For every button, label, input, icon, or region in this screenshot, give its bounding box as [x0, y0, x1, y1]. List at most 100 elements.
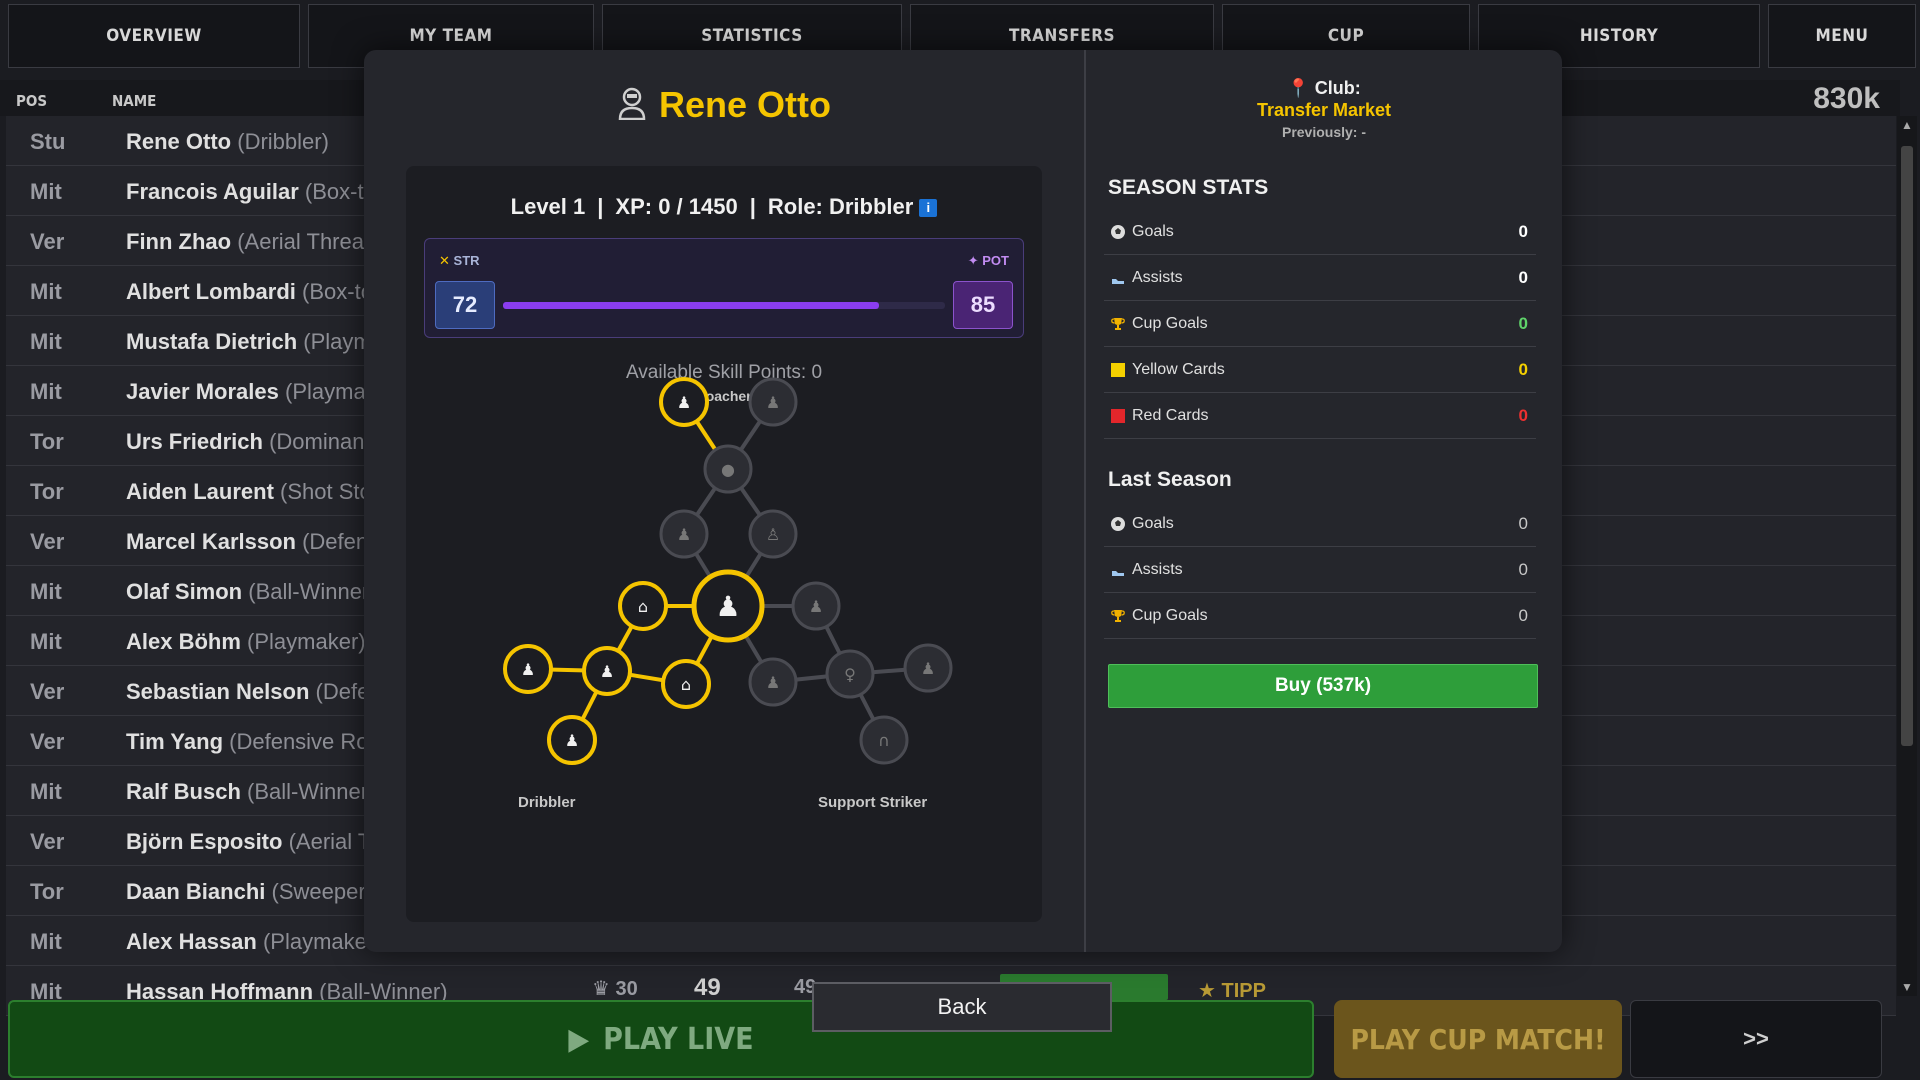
row-player-name: Albert Lombardi (Box-to — [126, 279, 373, 305]
scroll-down-icon[interactable]: ▼ — [1897, 978, 1917, 996]
buy-button[interactable]: Buy (537k) — [1108, 664, 1538, 708]
svg-text:⌂: ⌂ — [638, 597, 648, 616]
skill-node-locked[interactable]: ♟ — [659, 509, 709, 559]
player-name-text: Mustafa Dietrich — [126, 329, 298, 354]
svg-text:♟: ♟ — [766, 393, 780, 412]
player-role-text: (Defe — [315, 679, 370, 704]
skill-node-locked[interactable]: ♀ — [825, 649, 875, 699]
player-skill-panel: Level 1 | XP: 0 / 1450 | Role: Dribbler i ✕ S… — [406, 166, 1042, 922]
row-player-name: Aiden Laurent (Shot Sto — [126, 479, 372, 505]
scroll-thumb[interactable] — [1901, 146, 1913, 746]
tree-label-support-striker: Support Striker — [818, 794, 928, 811]
row-player-name: Javier Morales (Playmal — [126, 379, 371, 405]
player-role-text: (Dribbler) — [237, 129, 329, 154]
boot-icon — [1110, 270, 1126, 286]
svg-text:♟: ♟ — [766, 673, 780, 692]
last-row-age: ♛ 30 — [592, 978, 638, 1000]
row-position: Mit — [30, 379, 62, 404]
football-icon — [1110, 516, 1126, 532]
skill-node-locked[interactable]: ♟ — [748, 657, 798, 707]
player-role-text: (Playm — [303, 329, 372, 354]
row-player-name: Ralf Busch (Ball-Winner — [126, 779, 368, 805]
row-position: Ver — [30, 729, 65, 754]
row-position: Mit — [30, 329, 62, 354]
tree-label-dribbler: Dribbler — [518, 794, 576, 811]
player-name: Rene Otto — [658, 84, 831, 125]
player-name-text: Björn Esposito — [126, 829, 283, 854]
player-avatar-icon — [617, 86, 647, 129]
player-name-text: Alex Böhm — [126, 629, 241, 654]
skill-node-locked[interactable]: ♟ — [903, 643, 953, 693]
skill-node-locked[interactable]: ∩ — [859, 715, 909, 765]
player-role-text: (Box-to — [302, 279, 373, 304]
list-scrollbar[interactable]: ▲ ▼ — [1897, 116, 1917, 996]
player-name-header: Rene Otto — [364, 84, 1084, 129]
row-position: Mit — [30, 579, 62, 604]
stat-label: Assists — [1132, 561, 1183, 578]
player-name-text: Rene Otto — [126, 129, 232, 154]
scroll-up-icon[interactable]: ▲ — [1897, 116, 1917, 134]
svg-text:♟: ♟ — [809, 597, 823, 616]
player-role-text: (Ball-Winner — [247, 779, 369, 804]
player-detail-modal: Rene Otto Level 1 | XP: 0 / 1450 | Role: Dri… — [364, 50, 1562, 952]
stat-label: Cup Goals — [1132, 607, 1208, 624]
player-role-text: (Aerial Threat — [237, 229, 371, 254]
player-name-text: Tim Yang — [126, 729, 224, 754]
skill-node-active[interactable]: ♟ — [503, 644, 553, 694]
row-player-name: Urs Friedrich (Dominant — [126, 429, 371, 455]
trophy-icon — [1110, 316, 1126, 332]
yellow-card-icon — [1110, 362, 1126, 378]
player-role-text: (Dominant — [269, 429, 371, 454]
skill-tree: ♟ ♟ ● ♟ ♙ ♟ ⌂ ♟ ♟ ⌂ ♟ ♟ ♟ ♀ ♟ ∩ — [503, 377, 953, 765]
stat-label: Goals — [1132, 515, 1174, 532]
row-player-name: Mustafa Dietrich (Playm — [126, 329, 372, 355]
stat-row: Red Cards 0 — [1104, 394, 1536, 439]
skill-node-active[interactable]: ⌂ — [618, 581, 668, 631]
play-cup-match-button[interactable]: PLAY CUP MATCH! — [1334, 1000, 1622, 1078]
player-name-text: Javier Morales — [126, 379, 279, 404]
red-card-icon — [1110, 408, 1126, 424]
skill-node-active[interactable]: ♟ — [659, 377, 709, 427]
player-name-text: Olaf Simon — [126, 579, 243, 604]
player-name-text: Francois Aguilar — [126, 179, 299, 204]
season-stats-title: SEASON STATS — [1108, 176, 1269, 199]
club-value: Transfer Market — [1256, 100, 1392, 120]
last-row-rating: 49 — [694, 974, 721, 1001]
skill-node-locked[interactable]: ♟ — [791, 581, 841, 631]
skill-node-core[interactable]: ♟ — [691, 569, 765, 643]
stat-row: Cup Goals 0 — [1104, 302, 1536, 347]
row-player-name: Alex Hassan (Playmaker — [126, 929, 374, 955]
skill-node-active[interactable]: ⌂ — [661, 659, 711, 709]
play-live-button[interactable]: ▶ PLAY LIVE — [8, 1000, 1314, 1078]
row-player-name: Francois Aguilar (Box-to — [126, 179, 376, 205]
skill-node-locked[interactable]: ● — [703, 444, 753, 494]
row-player-name: Alex Böhm (Playmaker) — [126, 629, 366, 655]
skill-node-locked[interactable]: ♟ — [748, 377, 798, 427]
row-position: Ver — [30, 829, 65, 854]
svg-text:♟: ♟ — [677, 393, 691, 412]
svg-text:⌂: ⌂ — [681, 675, 691, 694]
row-position: Mit — [30, 179, 62, 204]
stat-value: 0 — [1518, 222, 1528, 241]
tab-overview[interactable]: OVERVIEW — [8, 4, 300, 68]
next-button[interactable]: >> — [1630, 1000, 1882, 1078]
stat-row: Cup Goals 0 — [1104, 594, 1536, 639]
skill-node-locked[interactable]: ♙ — [748, 509, 798, 559]
player-role-text: (Playmaker — [262, 929, 375, 954]
column-name[interactable]: NAME — [112, 92, 156, 110]
back-button[interactable]: Back — [812, 982, 1112, 1032]
column-pos[interactable]: POS — [16, 92, 47, 110]
club-previously: Previously: - — [1281, 124, 1367, 140]
play-icon: ▶ — [568, 1021, 590, 1057]
age-value: 30 — [615, 978, 638, 1000]
stat-label: Yellow Cards — [1132, 361, 1225, 378]
skill-node-active[interactable]: ♟ — [547, 715, 597, 765]
row-player-name: Rene Otto (Dribbler) — [126, 129, 329, 155]
stat-value: 0 — [1518, 406, 1528, 425]
row-player-name: Björn Esposito (Aerial Tl — [126, 829, 376, 855]
tab-menu[interactable]: MENU — [1768, 4, 1916, 68]
skill-node-active[interactable]: ♟ — [582, 646, 632, 696]
pin-icon: 📍 — [1287, 78, 1310, 98]
row-position: Ver — [30, 529, 65, 554]
row-player-name: Daan Bianchi (Sweeper — [126, 879, 366, 905]
